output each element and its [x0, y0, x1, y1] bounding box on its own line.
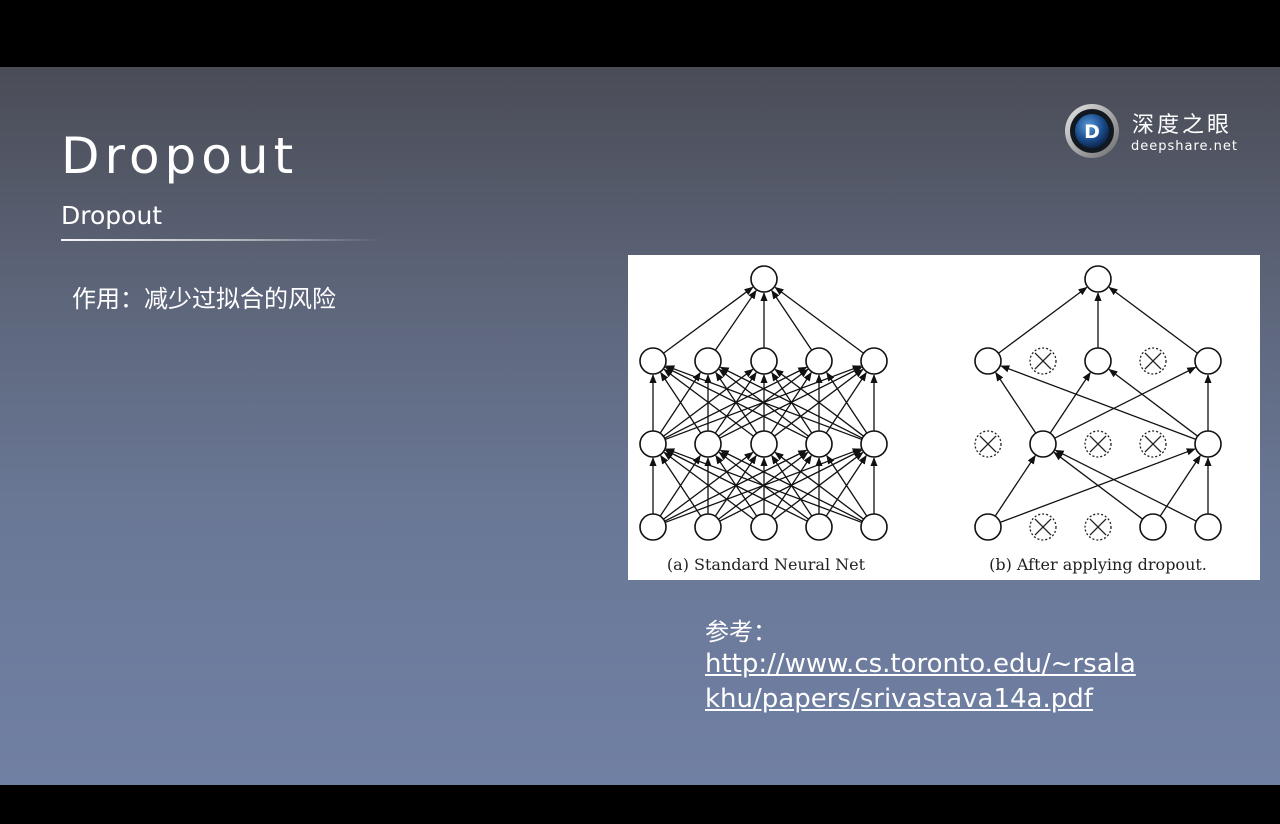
edge-arrow	[998, 286, 1088, 354]
edge-arrow	[1159, 454, 1201, 517]
eye-logo-icon: D	[1065, 104, 1119, 158]
reference-link[interactable]: http://www.cs.toronto.edu/~rsala khu/pap…	[705, 647, 1205, 717]
edge-arrow	[1108, 368, 1199, 437]
slide: Dropout Dropout 作用：减少过拟合的风险 D 深度之眼 deeps…	[0, 67, 1280, 785]
neuron-node	[750, 347, 778, 375]
dropped-neuron-icon	[1029, 513, 1057, 541]
neuron-node	[860, 347, 888, 375]
neuron-node	[639, 347, 667, 375]
reference-link-line2[interactable]: khu/papers/srivastava14a.pdf	[705, 684, 1093, 714]
edge-arrow	[663, 286, 754, 354]
neuron-node	[750, 430, 778, 458]
letterbox-bottom	[0, 785, 1280, 824]
neuron-node	[974, 513, 1002, 541]
bullet-text: 作用：减少过拟合的风险	[72, 285, 336, 313]
dropped-neuron-icon	[1084, 430, 1112, 458]
edge-arrow	[1053, 451, 1144, 520]
slide-title: Dropout	[61, 127, 299, 185]
reference-link-line1[interactable]: http://www.cs.toronto.edu/~rsala	[705, 649, 1136, 679]
edge-arrow	[1054, 366, 1197, 439]
output-neuron-node	[1084, 265, 1112, 293]
edge-arrow	[994, 454, 1036, 517]
neuron-node	[1139, 513, 1167, 541]
neuron-node	[1084, 347, 1112, 375]
edges-standard-net	[649, 286, 878, 524]
dropped-neuron-icon	[1139, 347, 1167, 375]
caption-standard-net: (a) Standard Neural Net	[667, 555, 866, 574]
edge-arrow	[1054, 449, 1197, 522]
edge-arrow	[1108, 286, 1198, 354]
neuron-node	[1194, 347, 1222, 375]
neuron-node	[1194, 513, 1222, 541]
logo-name-cn: 深度之眼	[1132, 113, 1233, 138]
brand-logo: D 深度之眼 deepshare.net	[1064, 101, 1254, 161]
dropped-neuron-icon	[1029, 347, 1057, 375]
slide-subtitle: Dropout	[61, 201, 163, 230]
logo-letter: D	[1084, 121, 1100, 143]
edge-arrow	[1000, 365, 1197, 441]
letterbox-top	[0, 0, 1280, 67]
edge-arrow	[995, 371, 1037, 434]
edge-arrow	[1049, 371, 1091, 434]
neuron-node	[860, 513, 888, 541]
neuron-node	[694, 513, 722, 541]
neuron-node	[750, 513, 778, 541]
neuron-node	[639, 513, 667, 541]
title-underline	[61, 239, 381, 241]
edge-arrow	[774, 286, 864, 354]
neuron-node	[974, 347, 1002, 375]
logo-name-en: deepshare.net	[1131, 139, 1239, 154]
output-neuron-node	[750, 265, 778, 293]
dropped-neuron-icon	[1084, 513, 1112, 541]
neuron-node	[860, 430, 888, 458]
neuron-node	[694, 430, 722, 458]
neuron-node	[694, 347, 722, 375]
caption-after-dropout: (b) After applying dropout.	[989, 555, 1207, 574]
neuron-node	[1029, 430, 1057, 458]
dropped-neuron-icon	[974, 430, 1002, 458]
neuron-node	[805, 347, 833, 375]
dropout-figure: (a) Standard Neural Net (b) After applyi…	[628, 255, 1260, 580]
neuron-node	[805, 430, 833, 458]
edges-dropout-net	[994, 286, 1212, 524]
neuron-node	[1194, 430, 1222, 458]
neuron-node	[805, 513, 833, 541]
dropped-neuron-icon	[1139, 430, 1167, 458]
reference-label: 参考：	[705, 618, 777, 646]
neuron-node	[639, 430, 667, 458]
dropout-network-diagram: (a) Standard Neural Net (b) After applyi…	[639, 265, 1222, 574]
